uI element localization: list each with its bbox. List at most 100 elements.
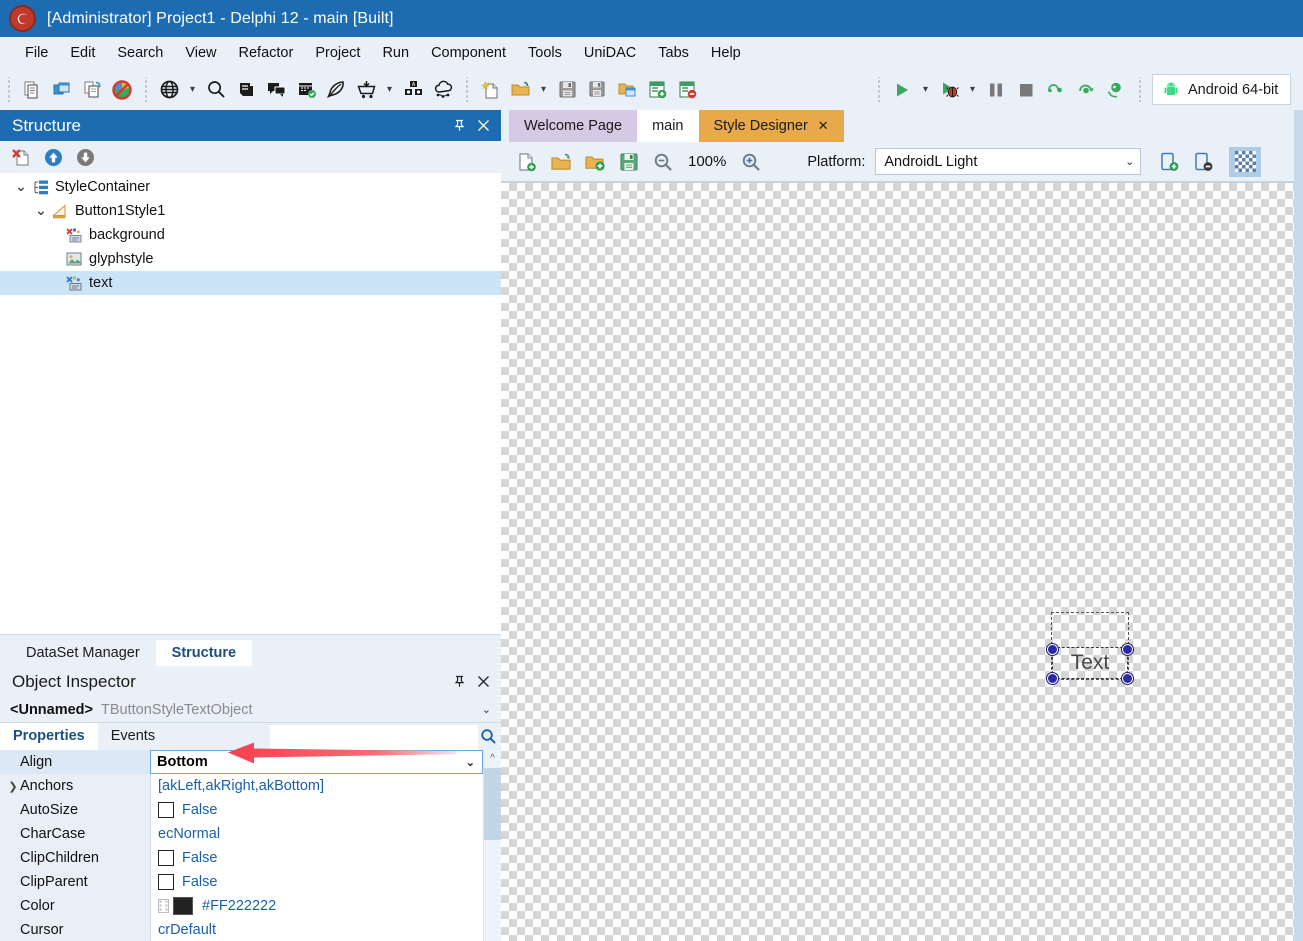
resize-handle-left-top[interactable] [1047, 644, 1058, 655]
property-row-charcase[interactable]: CharCase ecNormal [0, 822, 483, 846]
remove-file-from-project-icon[interactable] [672, 75, 702, 105]
zoom-out-icon[interactable] [647, 147, 679, 177]
menu-tabs[interactable]: Tabs [647, 41, 700, 65]
close-icon[interactable] [471, 114, 495, 138]
property-value-editor[interactable]: Bottom ⌄ [150, 750, 483, 774]
run-to-cursor-icon[interactable] [1101, 75, 1131, 105]
search-icon[interactable] [201, 75, 231, 105]
menu-file[interactable]: File [14, 41, 59, 65]
platform-select[interactable]: AndroidL Light ⌄ [875, 148, 1142, 175]
menu-search[interactable]: Search [106, 41, 174, 65]
new-file-icon[interactable] [475, 75, 505, 105]
save-all-icon[interactable] [582, 75, 612, 105]
pause-icon[interactable] [981, 75, 1011, 105]
run-icon[interactable] [887, 75, 917, 105]
comments-icon[interactable] [261, 75, 291, 105]
checkbox[interactable] [158, 850, 174, 866]
checkerboard-icon[interactable] [1229, 146, 1262, 177]
step-over-icon[interactable] [1071, 75, 1101, 105]
stop-icon[interactable] [1011, 75, 1041, 105]
add-file-to-project-icon[interactable] [642, 75, 672, 105]
property-value[interactable]: False [150, 870, 483, 894]
property-row-clipchildren[interactable]: ClipChildren False [0, 846, 483, 870]
chevron-down-icon[interactable]: ▾ [917, 75, 934, 105]
open-style-icon[interactable] [545, 147, 577, 177]
save-icon[interactable] [552, 75, 582, 105]
tree-node-background[interactable]: background [0, 223, 501, 247]
property-row-clipparent[interactable]: ClipParent False [0, 870, 483, 894]
menu-run[interactable]: Run [371, 41, 420, 65]
structure-tree[interactable]: ⌄ StyleContainer ⌄ Button1Style1 backgro… [0, 173, 501, 634]
clone-window-icon[interactable] [77, 75, 107, 105]
zoom-in-icon[interactable] [735, 147, 767, 177]
tree-node-glyphstyle[interactable]: glyphstyle [0, 247, 501, 271]
cloud-tools-icon[interactable] [428, 75, 458, 105]
toolbar-grip-2[interactable] [141, 77, 150, 102]
expander-chevron-icon[interactable]: ⌄ [32, 203, 50, 219]
menu-component[interactable]: Component [420, 41, 517, 65]
object-selector[interactable]: <Unnamed> TButtonStyleTextObject ⌄ [0, 697, 501, 723]
target-platform-selector[interactable]: Android 64-bit [1152, 74, 1292, 105]
calendar-check-icon[interactable] [291, 75, 321, 105]
resize-handle-right-bottom[interactable] [1122, 673, 1133, 684]
property-value[interactable]: [akLeft,akRight,akBottom] [150, 774, 483, 798]
menu-project[interactable]: Project [304, 41, 371, 65]
property-grid-scrollbar[interactable]: ^ [483, 750, 501, 941]
checkbox[interactable] [158, 802, 174, 818]
trace-into-icon[interactable] [1041, 75, 1071, 105]
save-style-icon[interactable] [613, 147, 645, 177]
blocks-icon[interactable]: A [398, 75, 428, 105]
new-style-icon[interactable] [511, 147, 543, 177]
tab-events[interactable]: Events [98, 723, 168, 750]
tab-properties[interactable]: Properties [0, 723, 98, 750]
chevron-down-icon[interactable]: ▾ [381, 75, 398, 105]
property-value[interactable]: #FF222222 [150, 894, 483, 918]
add-style-icon[interactable] [579, 147, 611, 177]
close-icon[interactable] [471, 670, 495, 694]
no-browser-icon[interactable] [107, 75, 137, 105]
tree-node-stylecontainer[interactable]: ⌄ StyleContainer [0, 175, 501, 199]
tab-dataset-manager[interactable]: DataSet Manager [10, 640, 156, 666]
run-debug-icon[interactable] [934, 75, 964, 105]
resize-handle-right-top[interactable] [1122, 644, 1133, 655]
save-project-icon[interactable] [612, 75, 642, 105]
chevron-up-icon[interactable]: ^ [484, 750, 501, 767]
menu-help[interactable]: Help [700, 41, 752, 65]
chevron-down-icon[interactable]: ⌄ [482, 703, 497, 716]
chevron-down-icon[interactable]: ⌄ [1125, 155, 1134, 168]
globe-icon[interactable] [154, 75, 184, 105]
new-window-icon[interactable] [47, 75, 77, 105]
pin-icon[interactable] [447, 114, 471, 138]
property-search-input[interactable] [270, 725, 478, 750]
open-file-icon[interactable] [505, 75, 535, 105]
menu-edit[interactable]: Edit [59, 41, 106, 65]
arrow-down-circle-icon[interactable] [72, 144, 98, 170]
tab-welcome-page[interactable]: Welcome Page [509, 110, 638, 142]
close-icon[interactable]: ✕ [818, 118, 829, 134]
resize-handle-left-bottom[interactable] [1047, 673, 1058, 684]
delete-file-icon[interactable] [8, 144, 34, 170]
menu-unidac[interactable]: UniDAC [573, 41, 647, 65]
pin-icon[interactable] [447, 670, 471, 694]
property-value[interactable]: False [150, 798, 483, 822]
remove-device-icon[interactable] [1187, 147, 1219, 177]
tree-node-button1style1[interactable]: ⌄ Button1Style1 [0, 199, 501, 223]
expander-right-icon[interactable]: ❯ [6, 780, 20, 793]
chevron-down-icon[interactable]: ▾ [184, 75, 201, 105]
checkbox[interactable] [158, 874, 174, 890]
menu-refactor[interactable]: Refactor [228, 41, 305, 65]
property-row-color[interactable]: Color #FF222222 [0, 894, 483, 918]
property-row-cursor[interactable]: Cursor crDefault [0, 918, 483, 941]
selected-style-object[interactable]: Text [1047, 612, 1133, 684]
feather-icon[interactable] [321, 75, 351, 105]
book-icon[interactable] [231, 75, 261, 105]
tab-style-designer[interactable]: Style Designer ✕ [698, 110, 844, 142]
menu-view[interactable]: View [174, 41, 227, 65]
property-grid[interactable]: Align Bottom ⌄ ❯ Anchors [akLeft,akRight… [0, 750, 501, 941]
property-row-align[interactable]: Align Bottom ⌄ [0, 750, 483, 774]
property-row-anchors[interactable]: ❯ Anchors [akLeft,akRight,akBottom] [0, 774, 483, 798]
property-value[interactable]: False [150, 846, 483, 870]
expander-chevron-icon[interactable]: ⌄ [12, 179, 30, 195]
style-design-canvas[interactable]: Text [501, 182, 1294, 941]
toolbar-grip-3[interactable] [462, 77, 471, 102]
